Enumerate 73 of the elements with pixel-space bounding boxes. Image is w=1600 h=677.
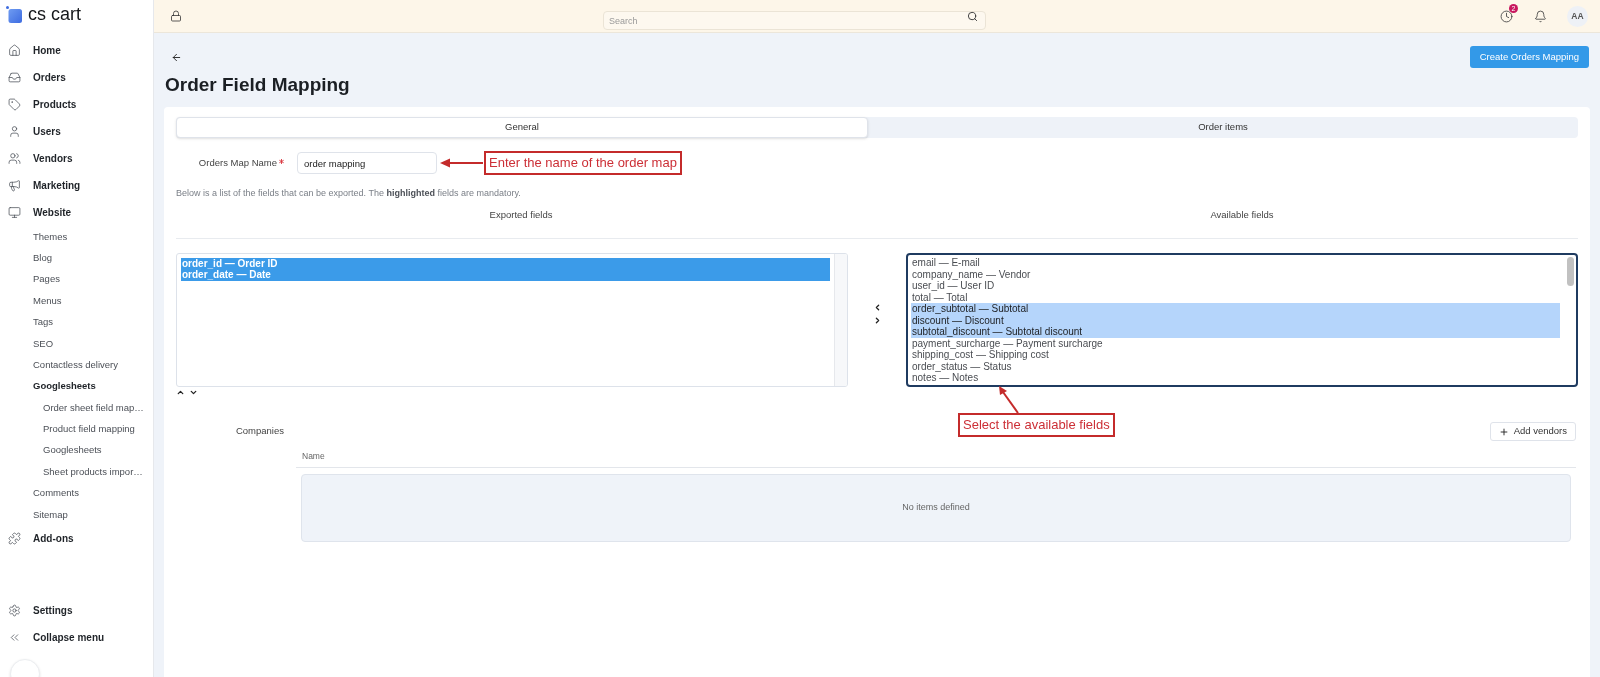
move-down-icon[interactable]: [189, 388, 198, 397]
list-option[interactable]: order_status — Status: [911, 360, 1560, 372]
search-icon[interactable]: [967, 10, 978, 22]
list-option[interactable]: payment_surcharge — Payment surcharge: [911, 337, 1560, 349]
nav-sublink[interactable]: Themes: [33, 229, 68, 244]
avatar[interactable]: AA: [1567, 5, 1588, 27]
search-field[interactable]: Search: [603, 11, 986, 30]
home-icon: [8, 44, 21, 57]
field-label: Companies: [235, 424, 284, 439]
nav-link[interactable]: Add-ons: [8, 531, 74, 547]
list-option[interactable]: company_name — Vendor: [911, 268, 1560, 280]
puzzle-icon: [8, 532, 21, 546]
lock-icon[interactable]: [170, 10, 182, 22]
tab[interactable]: Order items: [868, 117, 1578, 138]
column-heading: Available fields: [1210, 209, 1274, 221]
clock-icon[interactable]: [1500, 9, 1513, 23]
tab[interactable]: General: [176, 117, 868, 138]
user-icon: [8, 125, 21, 138]
users-icon: [8, 152, 21, 165]
nav-link[interactable]: Products: [8, 97, 77, 112]
nav-sublink[interactable]: Product field mapping: [43, 422, 135, 437]
tag-icon: [8, 98, 21, 111]
nav-sublink[interactable]: Contactless delivery: [33, 357, 118, 373]
list-option[interactable]: email — E-mail: [911, 257, 1560, 269]
nav-sublink[interactable]: Sitemap: [33, 507, 68, 522]
nav-sublink[interactable]: Comments: [33, 486, 79, 501]
list-option[interactable]: order_subtotal — Subtotal: [911, 303, 1560, 315]
nav-sublink[interactable]: Sheet products impor…: [43, 464, 143, 480]
column-heading: Exported fields: [489, 209, 553, 221]
map-name-input[interactable]: order mapping: [297, 152, 437, 174]
nav-sublink[interactable]: Googlesheets: [43, 443, 102, 458]
nav-link[interactable]: Collapse menu: [8, 630, 105, 645]
inbox-icon: [8, 71, 21, 84]
nav-link[interactable]: Marketing: [8, 178, 81, 193]
list-option[interactable]: shipping_cost — Shipping cost: [911, 349, 1560, 361]
back-arrow-icon[interactable]: [171, 51, 182, 63]
logo-icon: [6, 5, 22, 23]
nav-sublink[interactable]: Blog: [33, 250, 52, 266]
nav-sublink[interactable]: Order sheet field map…: [43, 400, 144, 415]
double-chevron-icon: [8, 631, 21, 644]
nav-link[interactable]: Website: [8, 205, 72, 220]
nav-link[interactable]: Vendors: [8, 151, 73, 166]
monitor-icon: [8, 206, 21, 219]
page-title: Order Field Mapping: [165, 74, 350, 96]
list-option[interactable]: user_id — User ID: [911, 280, 1560, 292]
nav-sublink[interactable]: Pages: [33, 272, 60, 287]
column-header: Name: [302, 451, 325, 462]
nav-link[interactable]: Orders: [8, 70, 66, 85]
nav-sublink[interactable]: Tags: [33, 315, 54, 330]
list-option[interactable]: subtotal_discount — Subtotal discount: [911, 326, 1560, 338]
nav-link[interactable]: Home: [8, 43, 61, 58]
nav-link[interactable]: Users: [8, 124, 61, 139]
megaphone-icon: [8, 179, 21, 192]
annotation-callout: Select the available fields: [958, 413, 1115, 437]
nav-sublink[interactable]: Googlesheets: [33, 379, 96, 394]
list-option[interactable]: total — Total: [911, 291, 1560, 303]
annotation-callout: Enter the name of the order map: [484, 151, 682, 175]
hint-text: Below is a list of the fields that can be exported. The highlighted fields are mandatory.: [176, 188, 521, 199]
nav-sublink[interactable]: Menus: [33, 293, 62, 308]
add-vendors-button[interactable]: Add vendors: [1489, 422, 1576, 441]
annotation-arrow: [440, 158, 483, 168]
plus-icon: [1498, 426, 1509, 437]
list-option[interactable]: notes — Notes: [911, 372, 1560, 384]
nav-link[interactable]: Settings: [8, 603, 73, 618]
field-label: Orders Map Name: [198, 155, 277, 170]
settings-icon: [8, 604, 21, 617]
available-fields-listbox[interactable]: [906, 253, 1578, 387]
scrollbar-thumb[interactable]: [1566, 257, 1574, 286]
move-up-icon[interactable]: [176, 388, 185, 397]
bell-icon[interactable]: [1534, 9, 1547, 23]
nav-sublink[interactable]: SEO: [33, 336, 54, 351]
empty-message: No items defined: [902, 501, 970, 515]
logo-text: cs cart: [28, 4, 81, 24]
